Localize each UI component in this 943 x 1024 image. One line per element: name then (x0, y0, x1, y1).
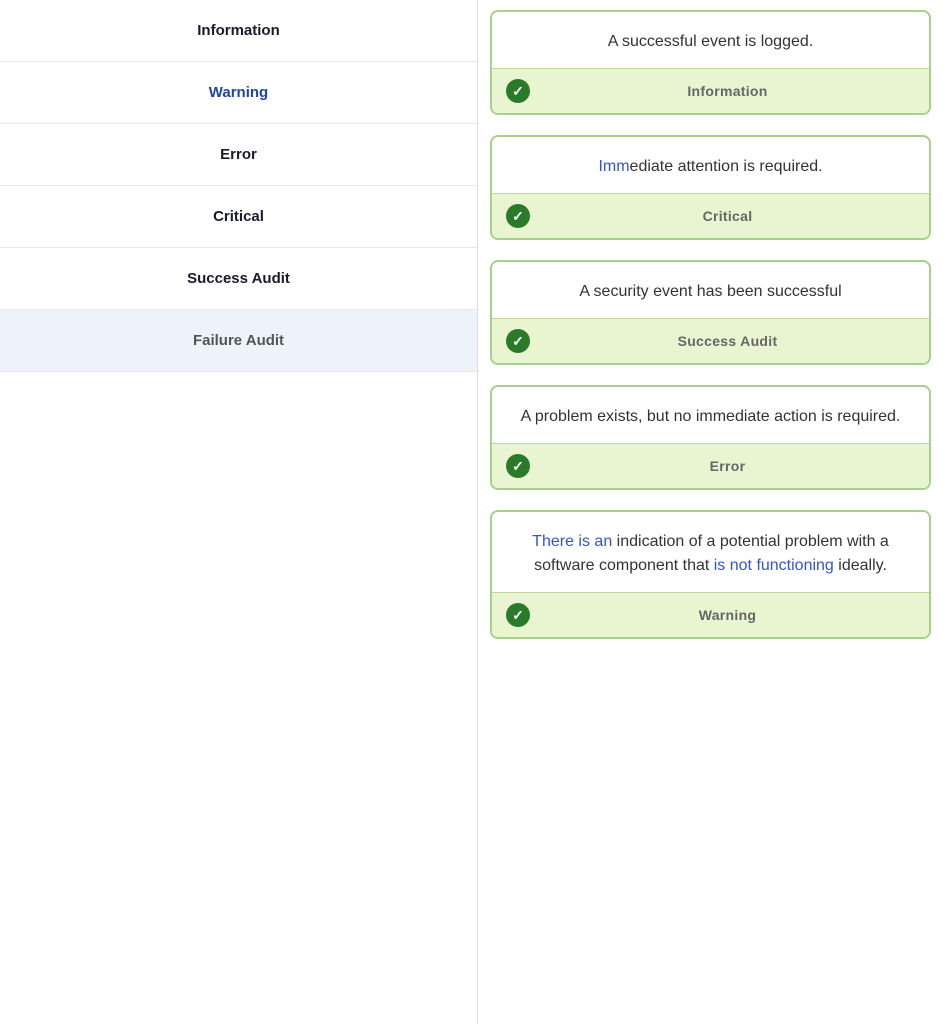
card-label: Information (540, 83, 915, 99)
sidebar-item-critical[interactable]: Critical (0, 186, 477, 248)
card-label-row: Error (492, 443, 929, 488)
sidebar-item-label: Information (197, 22, 280, 39)
card-label-row: Critical (492, 193, 929, 238)
sidebar-item-label: Success Audit (187, 270, 290, 287)
check-icon (506, 454, 530, 478)
card-label: Critical (540, 208, 915, 224)
card-label: Error (540, 458, 915, 474)
sidebar-item-success-audit[interactable]: Success Audit (0, 248, 477, 310)
left-panel: Information Warning Error Critical Succe… (0, 0, 478, 1024)
card-description: Immediate attention is required. (492, 137, 929, 193)
warning-card: There is an indication of a potential pr… (490, 510, 931, 639)
card-label: Success Audit (540, 333, 915, 349)
card-description: There is an indication of a potential pr… (492, 512, 929, 592)
card-label: Warning (540, 607, 915, 623)
right-panel: A successful event is logged. Informatio… (478, 0, 943, 1024)
check-icon (506, 329, 530, 353)
sidebar-item-error[interactable]: Error (0, 124, 477, 186)
information-card: A successful event is logged. Informatio… (490, 10, 931, 115)
check-icon (506, 603, 530, 627)
description-text: A problem exists, but no immediate actio… (521, 408, 901, 425)
check-icon (506, 79, 530, 103)
sidebar-item-information[interactable]: Information (0, 0, 477, 62)
card-description: A successful event is logged. (492, 12, 929, 68)
check-icon (506, 204, 530, 228)
card-description: A security event has been successful (492, 262, 929, 318)
description-part-blue2: is not functioning (714, 557, 834, 574)
description-text: A successful event is logged. (608, 33, 813, 50)
card-label-row: Success Audit (492, 318, 929, 363)
card-description: A problem exists, but no immediate actio… (492, 387, 929, 443)
description-part-blue: Imm (598, 158, 629, 175)
sidebar-item-label: Warning (209, 84, 268, 101)
sidebar-item-label: Failure Audit (193, 332, 284, 349)
card-label-row: Warning (492, 592, 929, 637)
sidebar-item-failure-audit[interactable]: Failure Audit (0, 310, 477, 372)
error-card: A problem exists, but no immediate actio… (490, 385, 931, 490)
sidebar-item-label: Error (220, 146, 257, 163)
success-audit-card: A security event has been successful Suc… (490, 260, 931, 365)
description-part-normal: ediate attention is required. (630, 158, 823, 175)
description-text: A security event has been successful (579, 283, 841, 300)
sidebar-item-warning[interactable]: Warning (0, 62, 477, 124)
critical-card: Immediate attention is required. Critica… (490, 135, 931, 240)
description-part-normal2: ideally. (834, 557, 887, 574)
description-part-blue: There is an (532, 533, 616, 550)
sidebar-item-label: Critical (213, 208, 264, 225)
card-label-row: Information (492, 68, 929, 113)
